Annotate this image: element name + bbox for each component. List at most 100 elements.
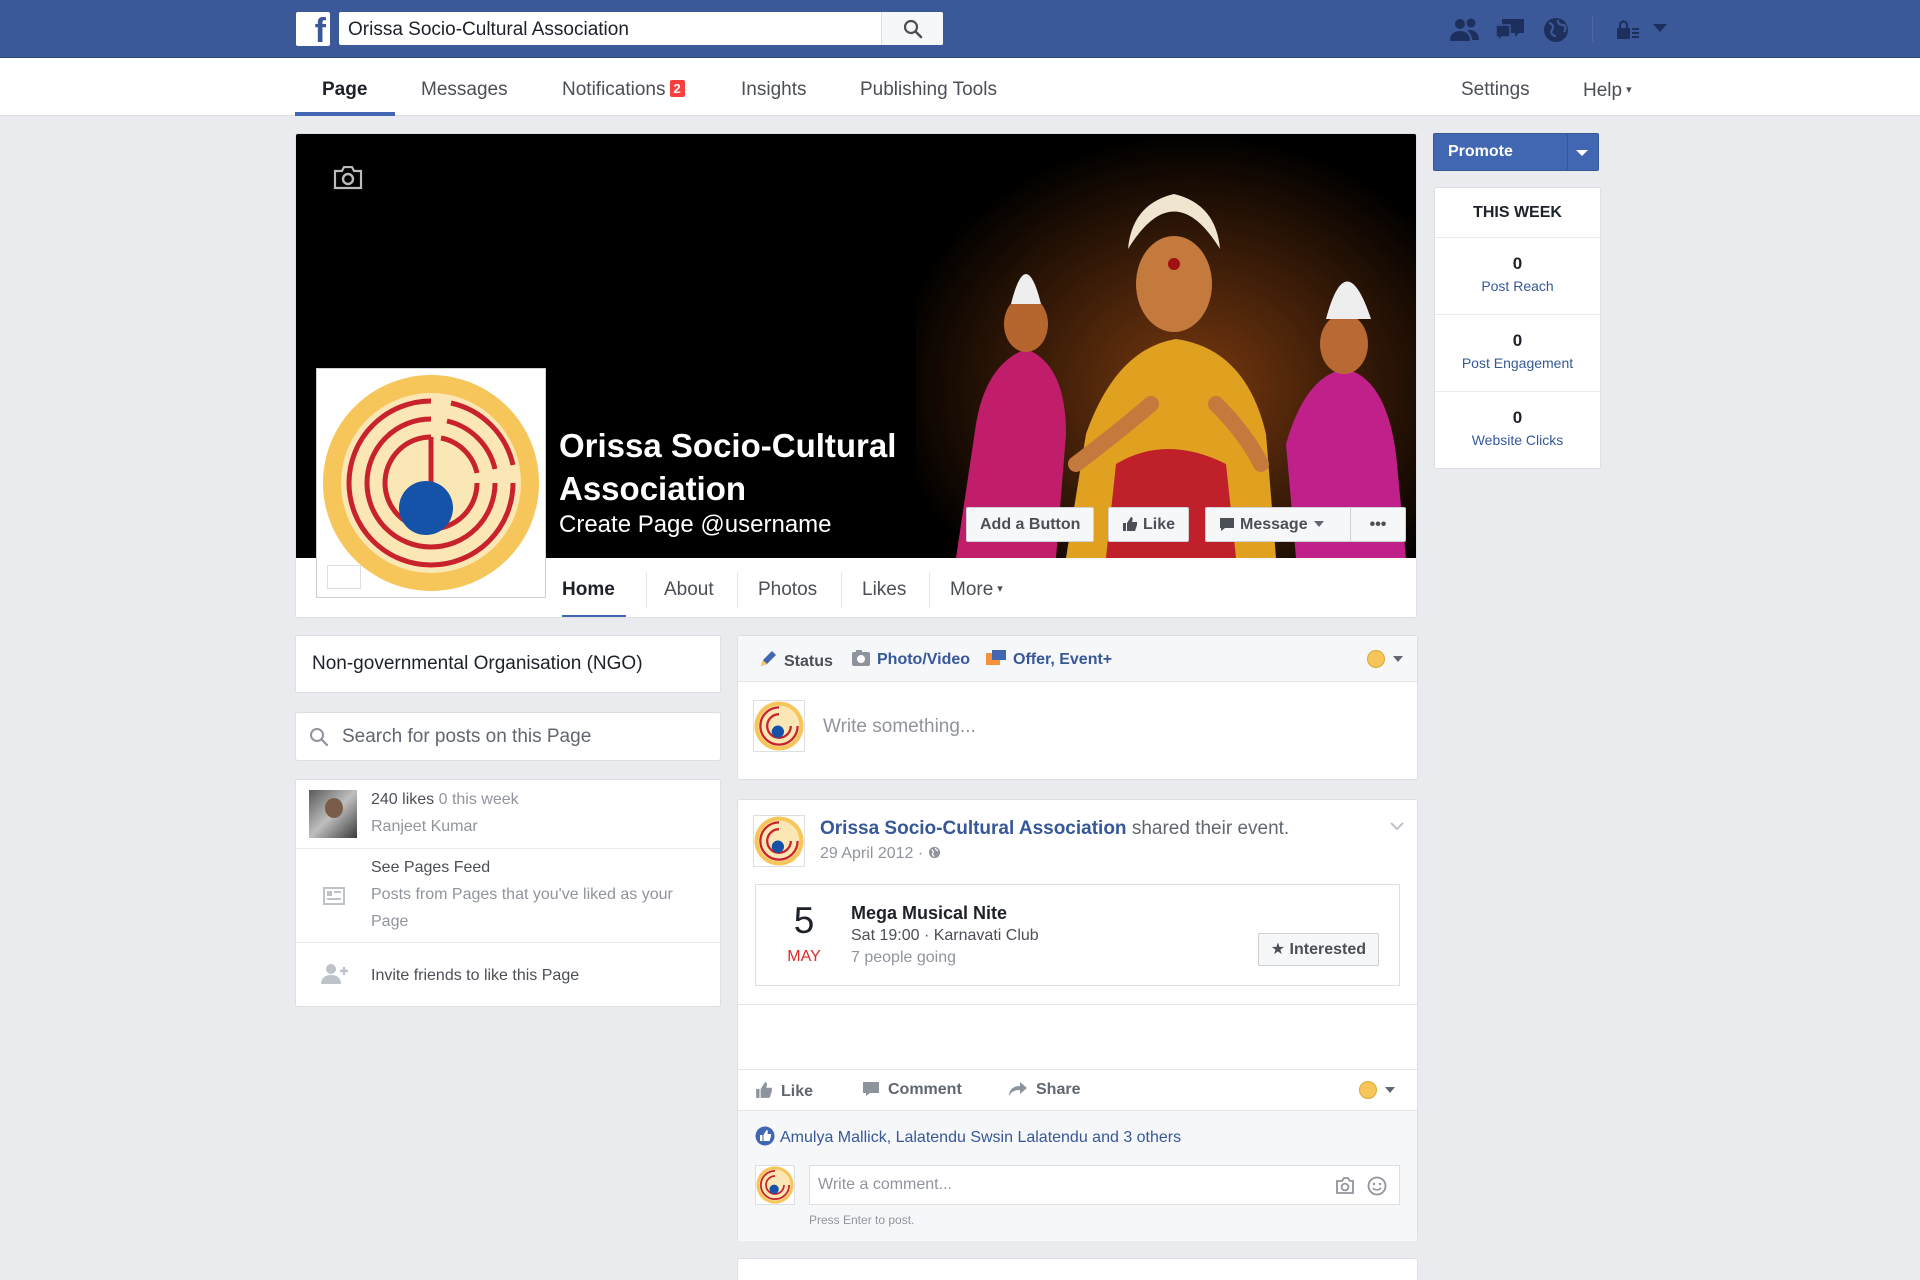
post-author-avatar[interactable] <box>753 815 805 867</box>
post-action-text: shared their event. <box>1131 818 1290 839</box>
account-menu-icon[interactable] <box>1652 22 1668 34</box>
promote-caret-icon[interactable] <box>1576 150 1588 156</box>
page-category[interactable]: Non-governmental Organisation (NGO) <box>295 635 721 693</box>
search-value: Orissa Socio-Cultural Association <box>348 19 629 40</box>
pages-feed-row[interactable]: See Pages Feed Posts from Pages that you… <box>296 849 720 943</box>
tab-messages[interactable]: Messages <box>421 58 508 116</box>
help-menu[interactable]: Help ▾ <box>1583 58 1632 116</box>
photo-icon <box>852 650 870 666</box>
profile-picture[interactable] <box>316 368 546 598</box>
likes-count: 240 likes <box>371 791 435 808</box>
stat-post-engagement[interactable]: 0 Post Engagement <box>1435 315 1600 392</box>
see-pages-feed-link[interactable]: See Pages Feed <box>371 854 490 881</box>
post-as-caret-icon[interactable] <box>1393 656 1403 662</box>
stat-website-clicks[interactable]: 0 Website Clicks <box>1435 392 1600 469</box>
composer-offer-event-tab[interactable]: Offer, Event+ <box>985 649 1112 669</box>
liker-avatar[interactable] <box>309 790 357 838</box>
page-title: Orissa Socio-Cultural Association <box>559 427 897 507</box>
page-admin-nav: Page Messages Notifications 2 Insights Pu… <box>0 58 1920 116</box>
feed-post: Orissa Socio-Cultural Association shared… <box>737 799 1418 1241</box>
likes-this-week: 0 this week <box>438 791 519 808</box>
composer-status-tab[interactable]: Status <box>758 649 833 671</box>
add-a-button[interactable]: Add a Button <box>966 507 1095 542</box>
react-as-avatar[interactable] <box>1359 1081 1377 1099</box>
likes-summary[interactable]: Amulya Mallick, Lalatendu Swsin Lalatend… <box>755 1126 1181 1147</box>
event-going-count[interactable]: 7 people going <box>851 949 956 967</box>
page-search-placeholder: Search for posts on this Page <box>342 726 592 747</box>
tab-notifications[interactable]: Notifications 2 <box>562 58 685 116</box>
page-tab-more[interactable]: More ▾ <box>950 558 1003 617</box>
association-logo <box>323 375 539 591</box>
event-month: MAY <box>787 948 821 965</box>
message-icon <box>1220 518 1234 531</box>
emoji-icon[interactable] <box>1367 1176 1387 1196</box>
event-title[interactable]: Mega Musical Nite <box>851 903 1007 924</box>
composer-input[interactable]: Write something... <box>823 716 976 738</box>
messages-icon[interactable] <box>1494 17 1526 43</box>
friends-icon[interactable] <box>1449 17 1481 43</box>
event-day: 5 <box>793 900 815 941</box>
profile-camera-icon[interactable] <box>327 565 361 589</box>
page-tab-indicator <box>562 615 626 617</box>
search-icon <box>310 728 329 747</box>
globe-icon[interactable] <box>1542 16 1570 44</box>
page-tab-home[interactable]: Home <box>562 558 615 617</box>
like-page-button[interactable]: Like <box>1108 507 1190 542</box>
this-week-header: THIS WEEK <box>1435 188 1600 238</box>
camera-icon[interactable] <box>332 166 364 190</box>
thumbs-up-icon <box>1123 517 1137 531</box>
help-caret-icon: ▾ <box>1626 84 1632 96</box>
global-search-input[interactable]: Orissa Socio-Cultural Association <box>339 12 943 45</box>
promote-divider <box>1567 134 1568 170</box>
message-caret-icon <box>1313 521 1324 527</box>
invite-friends-link[interactable]: Invite friends to like this Page <box>371 962 579 989</box>
post-feedback: Amulya Mallick, Lalatendu Swsin Lalatend… <box>738 1111 1417 1241</box>
invite-friends-row[interactable]: Invite friends to like this Page <box>296 943 720 1008</box>
promote-button[interactable]: Promote <box>1433 133 1599 171</box>
privacy-icon[interactable] <box>1615 19 1641 41</box>
post-timestamp[interactable]: 29 April 2012 · <box>820 845 941 863</box>
page-info-box: 240 likes 0 this week Ranjeet Kumar See … <box>295 779 721 1007</box>
like-reaction-icon <box>755 1126 775 1146</box>
tab-insights[interactable]: Insights <box>741 58 806 116</box>
tab-page[interactable]: Page <box>322 58 367 116</box>
tab-publishing-tools[interactable]: Publishing Tools <box>860 58 997 116</box>
liker-name[interactable]: Ranjeet Kumar <box>371 813 478 840</box>
more-options-button[interactable]: ••• <box>1350 507 1406 542</box>
thumbs-up-icon <box>756 1082 772 1098</box>
interested-button[interactable]: ★ Interested <box>1257 933 1379 966</box>
event-card[interactable]: 5 MAY Mega Musical Nite Sat 19:00 · Karn… <box>755 884 1400 986</box>
page-post-search[interactable]: Search for posts on this Page <box>295 712 721 761</box>
search-button[interactable] <box>881 12 943 45</box>
comment-hint: Press Enter to post. <box>809 1213 915 1227</box>
comment-button[interactable]: Comment <box>862 1081 962 1099</box>
post-author-link[interactable]: Orissa Socio-Cultural Association <box>820 818 1127 839</box>
tab-separator <box>841 572 842 608</box>
like-post-button[interactable]: Like <box>755 1081 813 1101</box>
react-as-caret-icon[interactable] <box>1385 1087 1395 1093</box>
likes-row[interactable]: 240 likes 0 this week Ranjeet Kumar <box>296 780 720 849</box>
create-username-link[interactable]: Create Page @username <box>559 511 832 539</box>
comment-input[interactable]: Write a comment... <box>809 1165 1400 1205</box>
next-post-card <box>737 1258 1418 1280</box>
share-button[interactable]: Share <box>1008 1081 1080 1099</box>
attach-photo-icon[interactable] <box>1335 1177 1355 1194</box>
public-globe-icon <box>928 846 940 859</box>
comment-icon <box>863 1082 879 1096</box>
page-tab-likes[interactable]: Likes <box>862 558 906 617</box>
comment-placeholder: Write a comment... <box>818 1176 952 1193</box>
facebook-logo-icon[interactable]: f <box>296 12 330 48</box>
stat-post-reach[interactable]: 0 Post Reach <box>1435 238 1600 315</box>
topbar-divider <box>1592 16 1593 42</box>
top-bar: f Orissa Socio-Cultural Association <box>0 0 1920 58</box>
notification-badge: 2 <box>669 80 685 97</box>
page-tab-photos[interactable]: Photos <box>758 558 817 617</box>
post-as-avatar[interactable] <box>1367 650 1385 668</box>
post-options-chevron-icon[interactable] <box>1389 820 1405 832</box>
more-caret-icon: ▾ <box>997 583 1003 595</box>
page-tab-about[interactable]: About <box>664 558 714 617</box>
composer-photo-video-tab[interactable]: Photo/Video <box>851 649 970 669</box>
tab-separator <box>929 572 930 608</box>
active-tab-indicator <box>295 112 395 116</box>
settings-link[interactable]: Settings <box>1461 58 1530 116</box>
